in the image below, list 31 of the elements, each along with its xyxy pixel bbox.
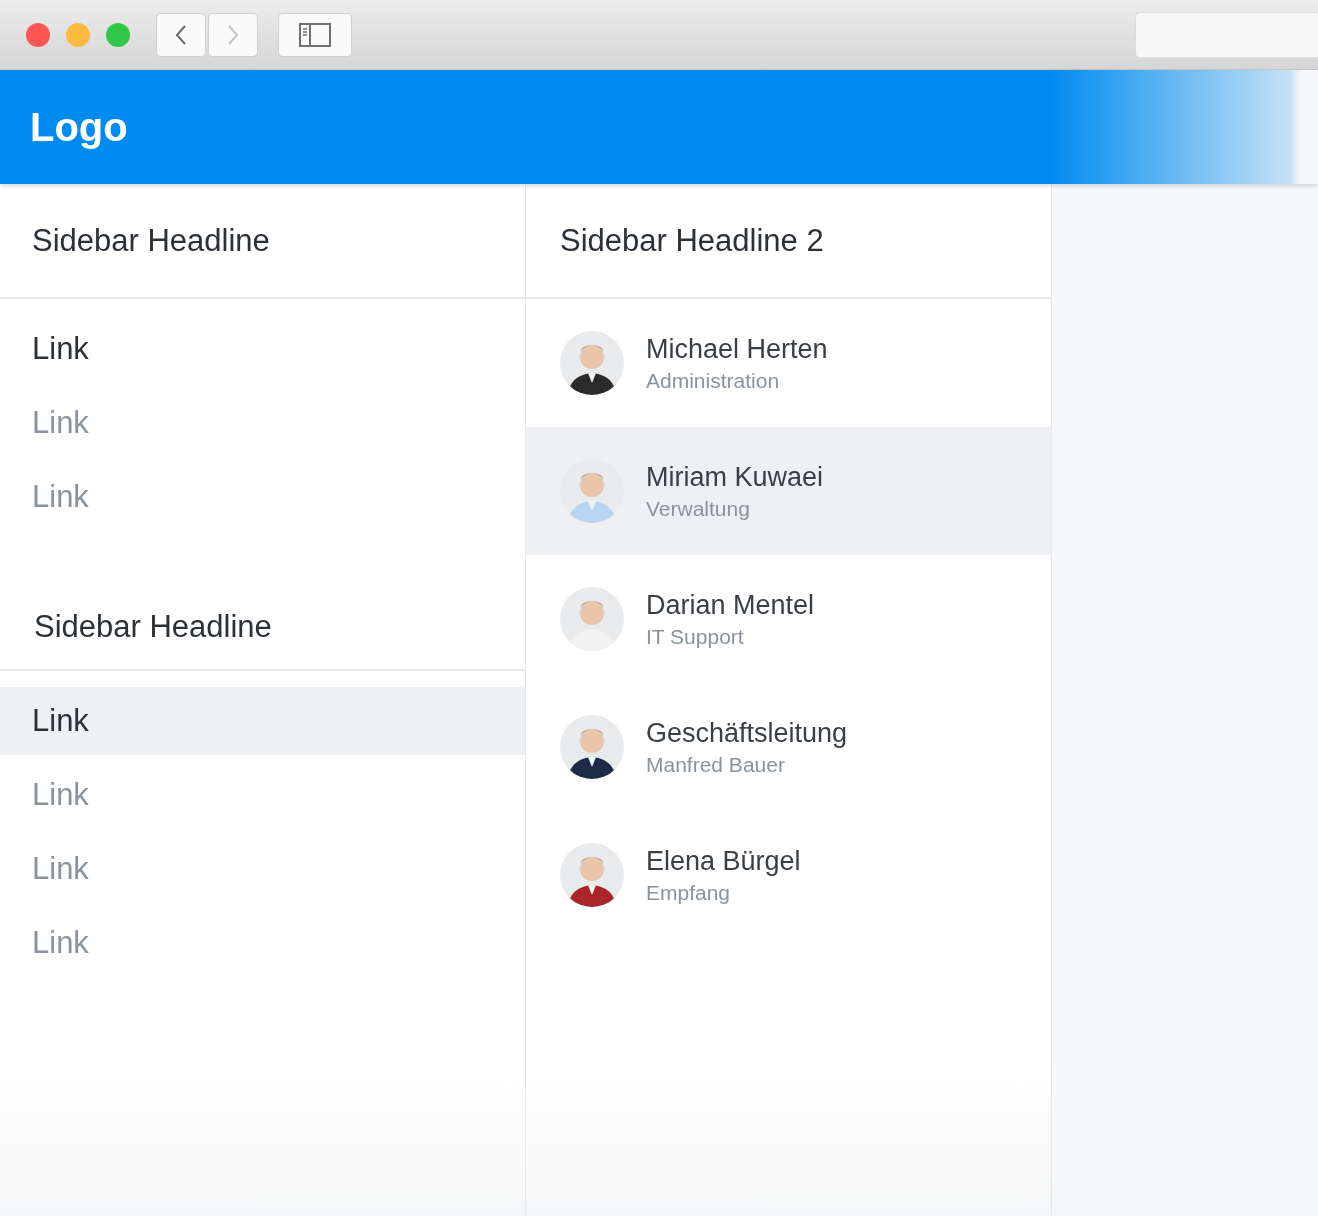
back-button[interactable] xyxy=(156,12,206,57)
person-name: Geschäftsleitung xyxy=(646,717,848,749)
minimize-icon[interactable] xyxy=(66,22,90,47)
sidebar-headline: Sidebar Headline xyxy=(34,609,272,645)
person-name: Michael Herten xyxy=(646,333,828,365)
person-item[interactable]: Geschäftsleitung Manfred Bauer xyxy=(526,683,1051,811)
person-role: Empfang xyxy=(646,880,732,905)
panel-headline: Sidebar Headline 2 xyxy=(560,222,824,259)
person-item[interactable]: Michael Herten Administration xyxy=(526,299,1051,427)
sidebar-link[interactable]: Link xyxy=(0,687,525,755)
sidebar-link[interactable]: Link xyxy=(0,315,525,383)
person-role: Manfred Bauer xyxy=(646,752,786,777)
sidebar-toggle-button[interactable] xyxy=(278,12,352,57)
person-item[interactable]: Miriam Kuwaei Verwaltung xyxy=(526,427,1051,555)
person-role: Administration xyxy=(646,368,781,393)
address-field[interactable] xyxy=(1135,11,1318,58)
zoom-icon[interactable] xyxy=(106,22,130,47)
forward-button[interactable] xyxy=(208,12,258,57)
sidebar-icon xyxy=(299,22,331,47)
person-item[interactable]: Darian Mentel IT Support xyxy=(526,555,1051,683)
person-role: Verwaltung xyxy=(646,496,751,521)
person-name: Darian Mentel xyxy=(646,589,815,621)
close-icon[interactable] xyxy=(26,22,50,47)
chevron-right-icon xyxy=(226,23,240,46)
person-name: Elena Bürgel xyxy=(646,845,801,877)
person-name: Miriam Kuwaei xyxy=(646,461,824,493)
logo[interactable]: Logo xyxy=(30,104,128,150)
person-item[interactable]: Elena Bürgel Empfang xyxy=(526,811,1051,939)
chevron-left-icon xyxy=(174,23,188,46)
sidebar-headline: Sidebar Headline xyxy=(32,222,270,259)
person-role: IT Support xyxy=(646,624,745,649)
